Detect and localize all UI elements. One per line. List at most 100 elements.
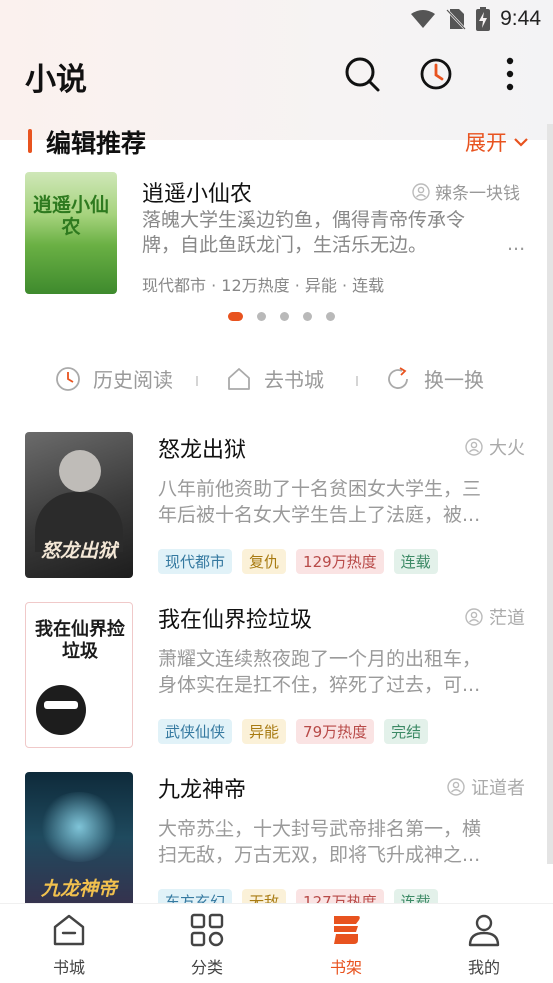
status-bar: 9:44 bbox=[0, 0, 553, 38]
description-line2: 扫无敌，万古无双，即将飞升成神之... bbox=[158, 844, 481, 866]
book-description: 萧耀文连续熬夜跑了一个月的出租车， 身体实在是扛不住，猝死了过去，可... bbox=[158, 646, 530, 698]
description-line1: 萧耀文连续熬夜跑了一个月的出租车， bbox=[158, 648, 482, 670]
search-icon[interactable] bbox=[342, 54, 382, 94]
carousel-dot[interactable] bbox=[326, 312, 335, 321]
book-list-item[interactable]: 九龙神帝 九龙神帝 证道者 大帝苏尘，十大封号武帝排名第一，横 扫无敌，万古无双… bbox=[0, 772, 553, 903]
cover-glow bbox=[39, 792, 119, 862]
cover-title: 怒龙出狱 bbox=[40, 540, 117, 562]
no-sim-icon bbox=[446, 9, 467, 30]
book-tags: 东方玄幻 无敌 127万热度 连载 bbox=[158, 889, 438, 903]
featured-book-card[interactable]: 逍遥小仙农 逍遥小仙农 辣条一块钱 落魄大学生溪边钓鱼，偶得青帝传承令 牌，自此… bbox=[0, 170, 553, 300]
home-icon bbox=[228, 367, 250, 390]
book-cover[interactable]: 怒龙出狱 bbox=[25, 432, 133, 578]
tag-popularity: 127万热度 bbox=[296, 889, 384, 903]
section-accent-bar bbox=[28, 129, 32, 153]
nav-label-mine: 我的 bbox=[467, 958, 500, 977]
nav-item-mine[interactable]: 我的 bbox=[444, 912, 524, 978]
book-description-line1: 落魄大学生溪边钓鱼，偶得青帝传承令 bbox=[142, 209, 466, 231]
go-to-store-label: 去书城 bbox=[264, 368, 324, 392]
tag-theme: 复仇 bbox=[242, 549, 287, 574]
editor-picks-header: 编辑推荐 展开 bbox=[0, 122, 553, 162]
quick-actions: 历史阅读 去书城 换一换 bbox=[0, 358, 553, 402]
history-clock-icon[interactable] bbox=[416, 54, 456, 94]
cover-figure-glasses bbox=[44, 701, 78, 709]
chevron-down-icon bbox=[514, 138, 528, 147]
carousel-dot[interactable] bbox=[228, 312, 243, 321]
tag-genre: 东方玄幻 bbox=[158, 889, 233, 903]
book-list-item[interactable]: 怒龙出狱 怒龙出狱 大火 八年前他资助了十名贫困女大学生，三 年后被十名女大学生… bbox=[0, 432, 553, 582]
description-line2: 年后被十名女大学生告上了法庭，被... bbox=[158, 504, 481, 526]
book-description: 大帝苏尘，十大封号武帝排名第一，横 扫无敌，万古无双，即将飞升成神之... bbox=[158, 816, 530, 868]
author-name: 大火 bbox=[489, 438, 525, 459]
app-bar: 小说 bbox=[0, 40, 553, 110]
page-title: 小说 bbox=[25, 62, 87, 98]
carousel-dot[interactable] bbox=[303, 312, 312, 321]
cover-figure bbox=[36, 685, 86, 735]
refresh-label: 换一换 bbox=[424, 368, 484, 392]
tag-status: 连载 bbox=[393, 889, 438, 903]
expand-button[interactable]: 展开 bbox=[465, 127, 529, 157]
carousel-indicator bbox=[228, 312, 335, 321]
more-options-icon[interactable] bbox=[490, 54, 530, 94]
expand-label: 展开 bbox=[465, 131, 507, 155]
book-title: 怒龙出狱 bbox=[158, 438, 247, 463]
divider bbox=[356, 376, 358, 386]
tag-genre: 武侠仙侠 bbox=[158, 719, 233, 744]
cover-figure bbox=[59, 450, 101, 492]
status-time: 9:44 bbox=[500, 7, 541, 30]
refresh-button[interactable]: 换一换 bbox=[384, 364, 484, 393]
history-reading-label: 历史阅读 bbox=[93, 368, 173, 392]
clock-icon bbox=[56, 366, 80, 391]
person-icon bbox=[465, 608, 483, 626]
book-tags: 现代都市 复仇 129万热度 连载 bbox=[158, 549, 438, 574]
cover-title: 九龙神帝 bbox=[40, 878, 117, 900]
book-title: 九龙神帝 bbox=[158, 778, 247, 803]
tag-theme: 异能 bbox=[242, 719, 287, 744]
carousel-dot[interactable] bbox=[257, 312, 266, 321]
history-reading-button[interactable]: 历史阅读 bbox=[55, 364, 173, 393]
person-icon bbox=[412, 182, 430, 201]
book-meta: 现代都市 · 12万热度 · 异能 · 连载 bbox=[142, 276, 385, 295]
section-title: 编辑推荐 bbox=[46, 129, 147, 158]
cover-title: 逍遥小仙农 bbox=[32, 194, 109, 238]
go-to-store-button[interactable]: 去书城 bbox=[226, 364, 324, 393]
book-author: 证道者 bbox=[447, 774, 525, 800]
description-ellipsis: ... bbox=[507, 233, 526, 255]
description-line1: 八年前他资助了十名贫困女大学生，三 bbox=[158, 478, 482, 500]
book-author: 茫道 bbox=[465, 604, 525, 630]
bookshelf-icon bbox=[334, 916, 360, 944]
carousel-dot[interactable] bbox=[280, 312, 289, 321]
book-list-item[interactable]: 我在仙界捡垃圾 我在仙界捡垃圾 茫道 萧耀文连续熬夜跑了一个月的出租车， 身体实… bbox=[0, 602, 553, 752]
bottom-navigation: 书城 分类 书架 我的 bbox=[0, 903, 553, 983]
book-description-line2: 牌，自此鱼跃龙门，生活乐无边。 bbox=[142, 234, 428, 256]
book-cover[interactable]: 九龙神帝 bbox=[25, 772, 133, 903]
tag-genre: 现代都市 bbox=[158, 549, 233, 574]
book-author: 辣条一块钱 bbox=[412, 179, 520, 204]
person-icon bbox=[465, 438, 483, 456]
category-grid-icon bbox=[190, 913, 224, 947]
cover-title: 我在仙界捡垃圾 bbox=[35, 619, 125, 662]
profile-icon bbox=[468, 914, 500, 947]
nav-label-category: 分类 bbox=[190, 958, 223, 977]
book-title: 逍遥小仙农 bbox=[142, 182, 253, 207]
tag-theme: 无敌 bbox=[242, 889, 287, 903]
description-line1: 大帝苏尘，十大封号武帝排名第一，横 bbox=[158, 818, 482, 840]
book-description: 八年前他资助了十名贫困女大学生，三 年后被十名女大学生告上了法庭，被... bbox=[158, 476, 530, 528]
book-cover[interactable]: 我在仙界捡垃圾 bbox=[25, 602, 133, 748]
tag-status: 连载 bbox=[393, 549, 438, 574]
nav-label-shelf: 书架 bbox=[329, 958, 362, 977]
author-name: 茫道 bbox=[489, 608, 525, 629]
battery-charging-icon bbox=[476, 7, 491, 31]
nav-item-category[interactable]: 分类 bbox=[167, 912, 247, 978]
book-cover[interactable]: 逍遥小仙农 bbox=[25, 172, 117, 294]
nav-item-shelf[interactable]: 书架 bbox=[306, 912, 386, 978]
book-title: 我在仙界捡垃圾 bbox=[158, 608, 313, 633]
nav-item-store[interactable]: 书城 bbox=[29, 912, 109, 978]
nav-label-store: 书城 bbox=[52, 958, 85, 977]
divider bbox=[196, 376, 198, 386]
refresh-icon bbox=[388, 366, 408, 389]
book-tags: 武侠仙侠 异能 79万热度 完结 bbox=[158, 719, 429, 744]
author-name: 证道者 bbox=[471, 778, 525, 799]
bookstore-icon bbox=[53, 914, 85, 946]
tag-popularity: 79万热度 bbox=[296, 719, 375, 744]
